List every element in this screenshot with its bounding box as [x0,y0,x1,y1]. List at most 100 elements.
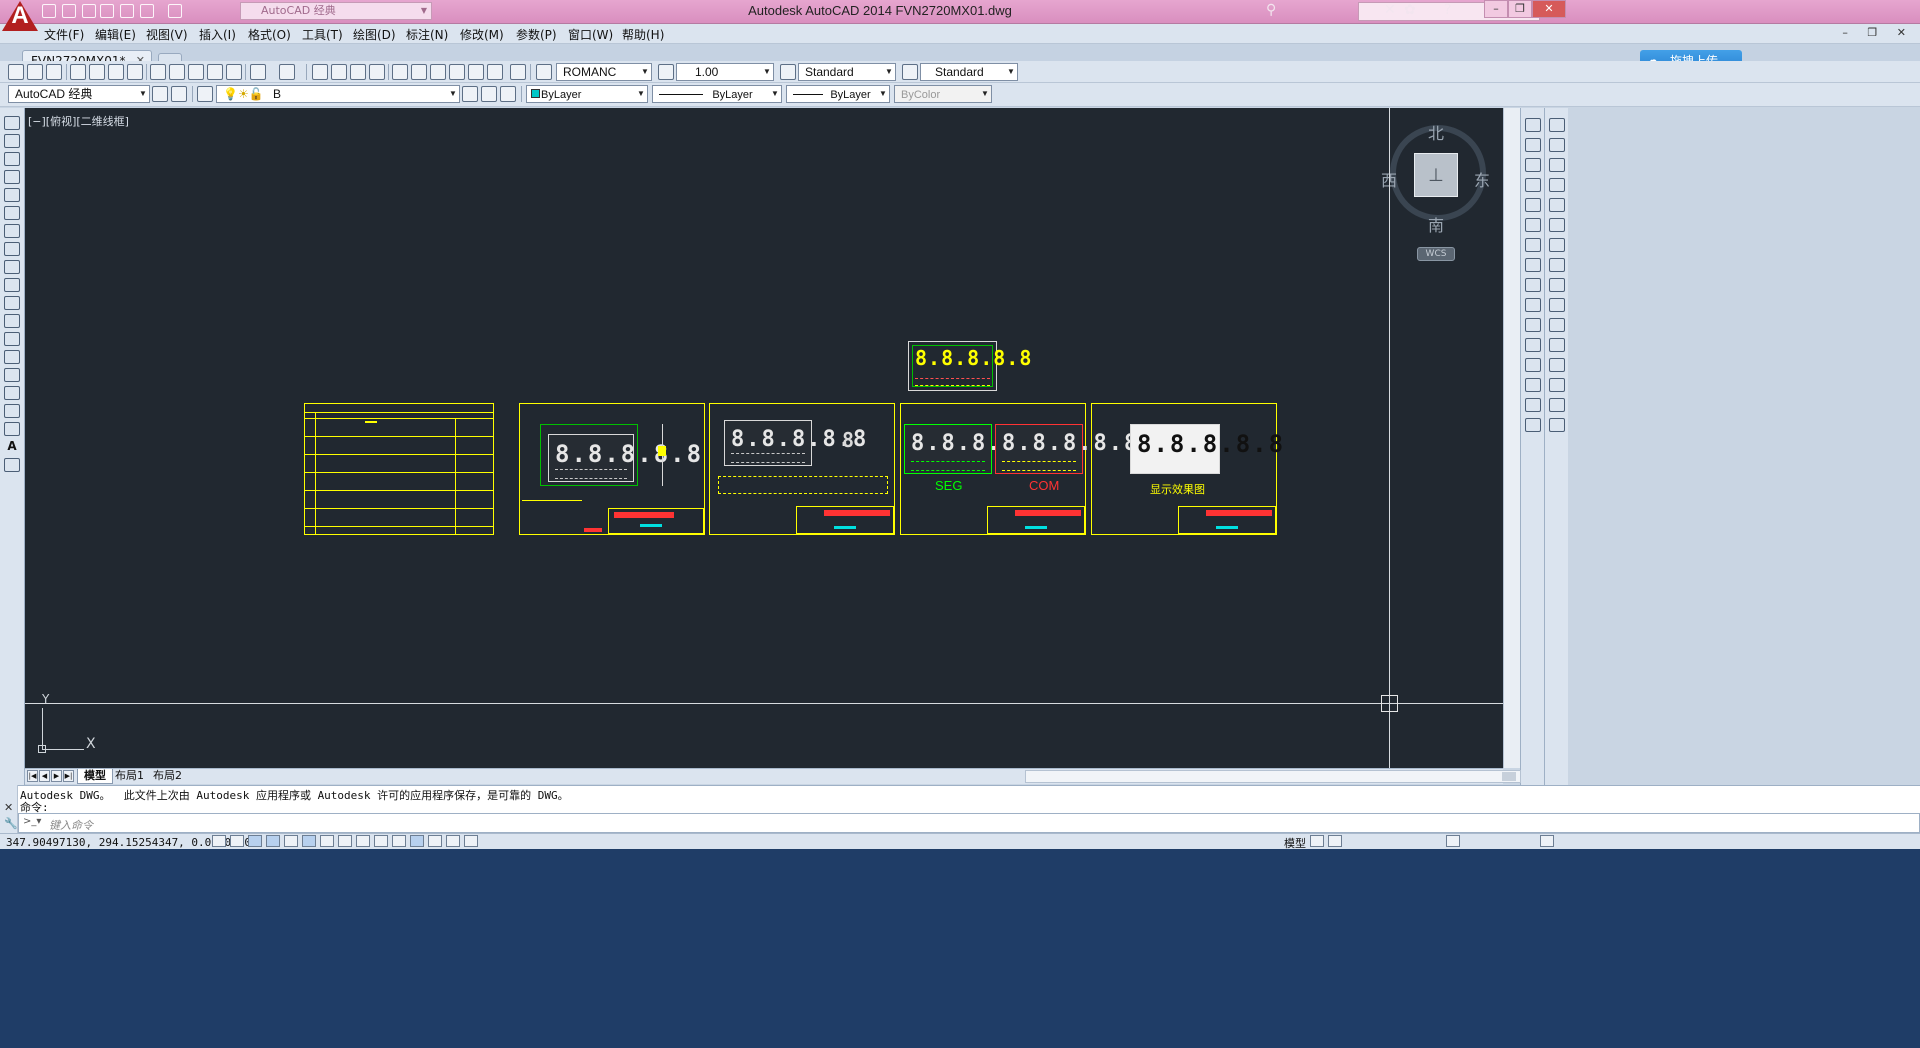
help-toolbar-icon[interactable] [510,64,526,80]
workspace-switching-icon[interactable] [1446,835,1460,847]
close-command-line-icon[interactable]: ✕ [4,801,13,814]
zoom-window-icon[interactable] [350,64,366,80]
tolerance-icon[interactable] [1549,338,1565,352]
command-prompt-icon[interactable]: >_▾ [23,816,41,827]
table-icon[interactable] [4,422,20,436]
menu-insert[interactable]: 插入(I) [199,26,236,43]
zoom-realtime-icon[interactable] [331,64,347,80]
quickcalc-icon[interactable] [487,64,503,80]
menu-tools[interactable]: 工具(T) [302,26,343,43]
color-select[interactable]: ByLayer ▼ [526,85,648,103]
stretch-icon[interactable] [1525,278,1541,292]
quick-dim-icon[interactable] [1549,278,1565,292]
inspection-icon[interactable] [1549,378,1565,392]
paste-icon[interactable] [188,64,204,80]
fillet-icon[interactable] [1525,398,1541,412]
menu-format[interactable]: 格式(O) [248,26,291,43]
tab-layout2[interactable]: 布局2 [147,769,188,784]
dim-edit-icon[interactable] [1549,398,1565,412]
insert-block-icon[interactable] [4,314,20,328]
document-window-controls[interactable]: – ❐ ✕ [1842,26,1914,39]
text-height-select[interactable]: 1.00 ▼ [676,63,774,81]
construction-line-icon[interactable] [4,134,20,148]
3d-object-snap-icon[interactable] [320,835,334,847]
layer-state-icon[interactable] [500,86,516,102]
quick-view-drawings-icon[interactable] [1328,835,1342,847]
block-editor-icon[interactable] [226,64,242,80]
publish-icon[interactable] [108,64,124,80]
selection-cycling-icon[interactable] [446,835,460,847]
mirror-icon[interactable] [1525,158,1541,172]
tab-layout1[interactable]: 布局1 [109,769,150,784]
new-file-icon[interactable] [42,4,56,18]
exchange-icon[interactable]: ✕ [1384,2,1396,18]
menu-window[interactable]: 窗口(W) [568,26,613,43]
lineweight-display-icon[interactable] [392,835,406,847]
text-style-icon[interactable] [536,64,552,80]
copy-icon[interactable] [169,64,185,80]
binoculars-icon[interactable]: ⚲ [1266,2,1276,18]
text-style-select[interactable]: ROMANC ▼ [556,63,652,81]
redo-icon[interactable] [168,4,182,18]
prev-layout-icon[interactable]: ◀ [39,770,50,782]
rectangle-icon[interactable] [4,188,20,202]
make-current-layer-icon[interactable] [462,86,478,102]
layer-manager-icon[interactable] [197,86,213,102]
first-layout-icon[interactable]: |◀ [27,770,38,782]
compass-east[interactable]: 东 [1474,167,1490,191]
properties-icon[interactable] [392,64,408,80]
viewport-controls[interactable]: [−][俯视][二维线框] [28,113,129,129]
qnew-icon[interactable] [8,64,24,80]
dim-style-select[interactable]: Standard ▼ [798,63,896,81]
tool-palettes-icon[interactable] [430,64,446,80]
radius-icon[interactable] [1549,198,1565,212]
arc-icon[interactable] [4,206,20,220]
minimize-button[interactable]: – [1484,0,1508,18]
workspace-save-icon[interactable] [171,86,187,102]
menu-file[interactable]: 文件(F) [44,26,84,43]
open-file-icon[interactable] [62,4,76,18]
explode-icon[interactable] [1525,418,1541,432]
pan-icon[interactable] [312,64,328,80]
hatch-icon[interactable] [4,368,20,382]
menu-draw[interactable]: 绘图(D) [353,26,396,43]
object-snap-tracking-icon[interactable] [338,835,352,847]
join-icon[interactable] [1525,358,1541,372]
compass-south[interactable]: 南 [1428,212,1444,236]
break-icon[interactable] [1525,338,1541,352]
copy-object-icon[interactable] [1525,138,1541,152]
dynamic-input-icon[interactable] [374,835,388,847]
menu-edit[interactable]: 编辑(E) [95,26,136,43]
match-properties-icon[interactable] [207,64,223,80]
angular-icon[interactable] [1549,258,1565,272]
lineweight-select[interactable]: ByLayer ▼ [786,85,890,103]
ortho-mode-icon[interactable] [266,835,280,847]
save-icon[interactable] [82,4,96,18]
design-center-icon[interactable] [411,64,427,80]
stay-connected-icon[interactable]: ✿ [1404,2,1416,18]
viewcube-top-face[interactable]: ⊥ [1414,153,1458,197]
point-icon[interactable] [4,350,20,364]
move-icon[interactable] [1525,218,1541,232]
continue-icon[interactable] [1549,318,1565,332]
sheet-set-icon[interactable] [449,64,465,80]
line-icon[interactable] [4,116,20,130]
help-icon[interactable]: ? [1444,2,1451,18]
autocad-logo[interactable]: A [2,1,38,31]
last-layout-icon[interactable]: ▶| [63,770,74,782]
layer-previous-icon[interactable] [481,86,497,102]
tab-model[interactable]: 模型 [77,769,113,784]
plot-toolbar-icon[interactable] [70,64,86,80]
workspace-settings-icon[interactable] [152,86,168,102]
baseline-icon[interactable] [1549,298,1565,312]
quick-properties-icon[interactable] [428,835,442,847]
next-layout-icon[interactable]: ▶ [51,770,62,782]
annotation-monitor-icon[interactable] [464,835,478,847]
quick-view-layouts-icon[interactable] [1310,835,1324,847]
close-button[interactable]: ✕ [1532,0,1566,18]
menu-view[interactable]: 视图(V) [146,26,188,43]
arc-length-icon[interactable] [1549,158,1565,172]
save-as-icon[interactable] [100,4,114,18]
gradient-icon[interactable] [4,386,20,400]
cut-icon[interactable] [150,64,166,80]
